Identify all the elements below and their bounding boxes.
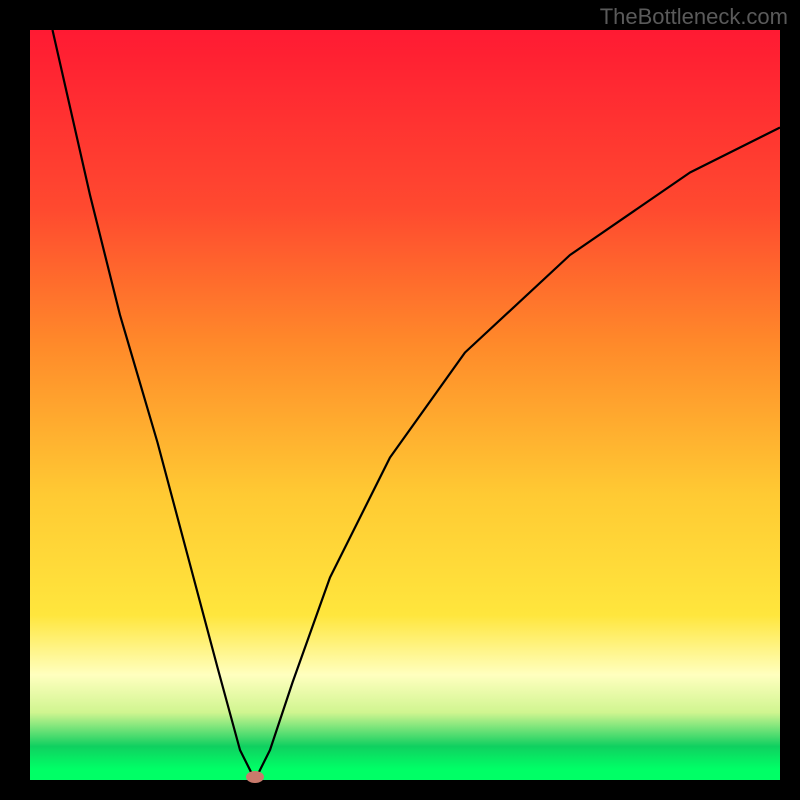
bottleneck-chart — [0, 0, 800, 800]
watermark-text: TheBottleneck.com — [600, 4, 788, 30]
chart-container: TheBottleneck.com — [0, 0, 800, 800]
plot-background — [30, 30, 780, 780]
minimum-marker — [246, 771, 264, 783]
